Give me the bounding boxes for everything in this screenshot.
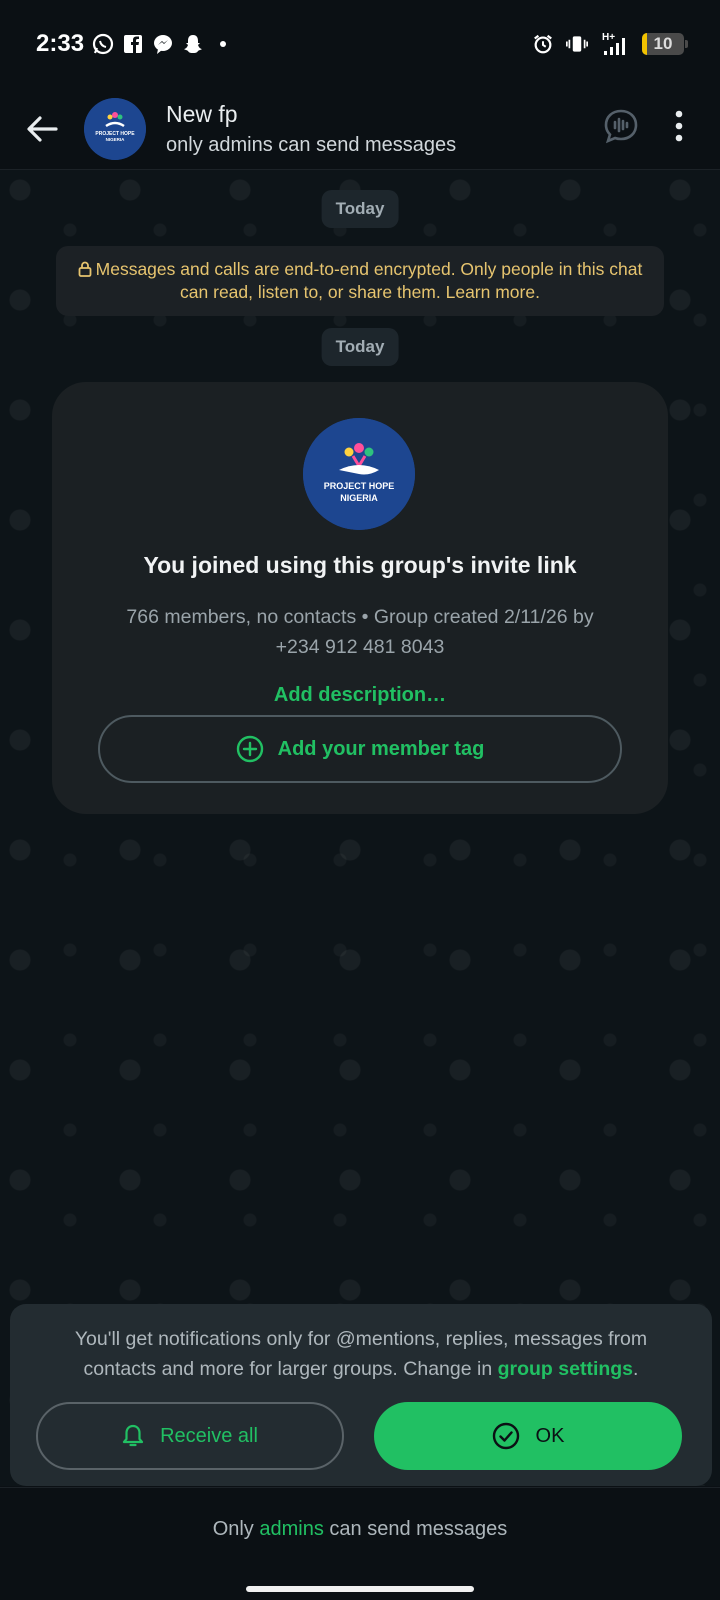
- date-pill: Today: [321, 328, 399, 366]
- receive-all-label: Receive all: [160, 1424, 258, 1447]
- add-member-tag-button[interactable]: Add your member tag: [98, 715, 622, 783]
- bell-icon: [122, 1424, 144, 1447]
- more-notifications-dot: [212, 33, 234, 55]
- alarm-icon: [532, 33, 554, 55]
- battery-level: 10: [653, 34, 673, 53]
- group-name: New fp: [166, 100, 238, 127]
- messenger-icon: [152, 33, 174, 55]
- voice-chat-button[interactable]: [602, 107, 640, 150]
- signal-icon: H+: [600, 32, 630, 55]
- admins-link[interactable]: admins: [259, 1518, 323, 1540]
- more-options-button[interactable]: [674, 110, 684, 147]
- logo-text-line1: PROJECT HOPE: [323, 481, 395, 491]
- ok-button[interactable]: OK: [374, 1402, 682, 1470]
- status-time: 2:33: [36, 30, 85, 57]
- battery-indicator: 10: [642, 33, 688, 55]
- add-member-tag-label: Add your member tag: [277, 737, 485, 760]
- plus-circle-icon: [236, 735, 263, 763]
- receive-all-button[interactable]: Receive all: [36, 1402, 344, 1470]
- admins-only-notice: Only admins can send messages: [0, 1518, 720, 1541]
- svg-text:NIGERIA: NIGERIA: [106, 137, 126, 142]
- arrow-left-icon: [27, 115, 58, 142]
- add-description-link[interactable]: Add description…: [52, 684, 668, 707]
- invite-card-title: You joined using this group's invite lin…: [143, 552, 577, 578]
- gesture-bar[interactable]: [246, 1586, 474, 1592]
- group-invite-card: PROJECT HOPE NIGERIA You joined using th…: [52, 382, 668, 814]
- vibrate-icon: [566, 33, 588, 55]
- chat-header: PROJECT HOPE NIGERIA New fp only admins …: [0, 88, 720, 170]
- group-logo[interactable]: PROJECT HOPE NIGERIA: [303, 418, 415, 530]
- group-meta: 766 members, no contacts • Group created…: [126, 606, 594, 658]
- project-hope-logo: PROJECT HOPE NIGERIA: [84, 97, 146, 160]
- lock-icon: [78, 261, 92, 277]
- notification-text-suffix: .: [633, 1358, 639, 1380]
- back-button[interactable]: [0, 88, 84, 170]
- project-hope-logo: [303, 418, 415, 530]
- encryption-notice[interactable]: Messages and calls are end-to-end encryp…: [56, 246, 664, 316]
- group-settings-link[interactable]: group settings: [498, 1358, 633, 1380]
- footer-text-suffix: can send messages: [329, 1518, 508, 1540]
- notification-settings-panel: You'll get notifications only for @menti…: [10, 1304, 712, 1486]
- group-avatar[interactable]: PROJECT HOPE NIGERIA: [84, 97, 146, 160]
- battery-fill: [642, 33, 647, 55]
- ok-label: OK: [535, 1424, 565, 1447]
- check-circle-icon: [492, 1422, 519, 1450]
- encryption-notice-text: Messages and calls are end-to-end encryp…: [95, 259, 643, 302]
- facebook-icon: [122, 33, 144, 55]
- logo-text-line2: NIGERIA: [340, 493, 378, 503]
- svg-text:H+: H+: [602, 32, 615, 43]
- footer-text-prefix: Only: [212, 1518, 254, 1540]
- voice-chat-icon: [604, 109, 638, 144]
- date-pill: Today: [321, 190, 399, 228]
- more-vertical-icon: [675, 110, 683, 142]
- chat-area[interactable]: Today Messages and calls are end-to-end …: [0, 170, 720, 1486]
- status-bar: 2:33 H+ 10: [0, 0, 720, 88]
- snapchat-icon: [182, 33, 204, 55]
- whatsapp-icon: [92, 33, 114, 55]
- footer-bar: Only admins can send messages: [0, 1487, 720, 1600]
- notification-info: You'll get notifications only for @menti…: [40, 1324, 682, 1384]
- header-text[interactable]: New fp only admins can send messages: [166, 101, 456, 157]
- group-subtitle: only admins can send messages: [166, 133, 457, 156]
